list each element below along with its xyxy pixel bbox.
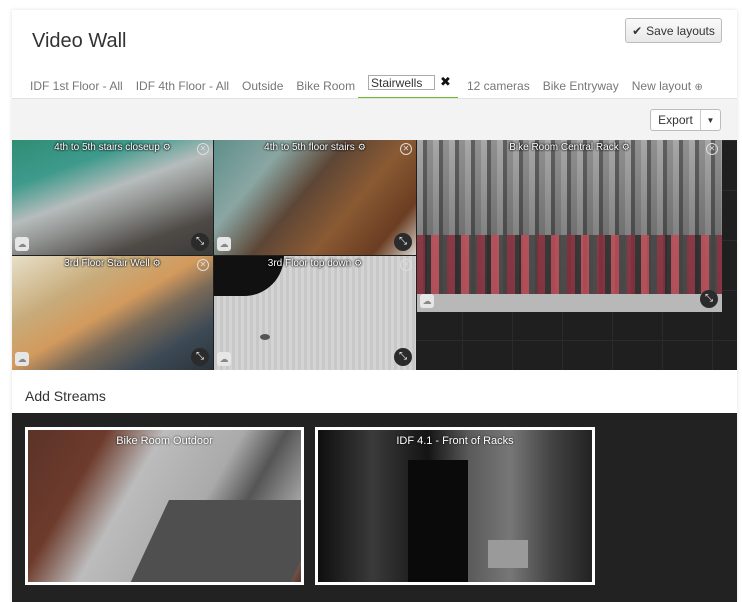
layout-tabs: IDF 1st Floor - All IDF 4th Floor - All …	[30, 72, 368, 100]
stream-scene	[408, 460, 468, 582]
video-wall-panel: Video Wall ✔ Save layouts IDF 1st Floor …	[12, 10, 737, 602]
close-icon[interactable]: ✕	[400, 143, 412, 155]
stream-thumbnail[interactable]: Bike Room Outdoor	[25, 427, 304, 585]
tab-name-input[interactable]	[368, 75, 435, 90]
expand-icon[interactable]: ⤡	[394, 348, 412, 366]
camera-name: Bike Room Central Rack	[509, 142, 619, 153]
bike-rack-scene	[417, 235, 722, 295]
floor-scene	[417, 294, 722, 312]
camera-name: 4th to 5th floor stairs	[264, 142, 355, 153]
save-layouts-label: Save layouts	[646, 23, 715, 38]
close-icon[interactable]: ✕	[400, 259, 412, 271]
new-layout-label: New layout	[631, 79, 692, 93]
check-icon: ✔	[632, 23, 643, 38]
close-icon[interactable]: ✕	[706, 143, 718, 155]
stream-caption: IDF 4.1 - Front of Racks	[396, 435, 514, 447]
gear-icon[interactable]: ⚙	[354, 258, 362, 268]
gear-icon[interactable]: ⚙	[163, 142, 171, 152]
stream-scene-box	[488, 540, 528, 568]
page-title: Video Wall	[32, 30, 127, 52]
expand-icon[interactable]: ⤡	[191, 233, 209, 251]
camera-caption: Bike Room Central Rack ⚙	[417, 142, 722, 153]
close-icon[interactable]: ✕	[197, 259, 209, 271]
video-grid: 4th to 5th stairs closeup ⚙ ✕ ☁ ⤡ 4th to …	[12, 140, 737, 370]
export-button[interactable]: Export	[651, 110, 701, 130]
camera-caption: 3rd Floor top down ⚙	[214, 258, 416, 269]
cloud-icon: ☁	[420, 294, 434, 308]
camera-caption: 3rd Floor Stair Well ⚙	[12, 258, 213, 269]
camera-tile[interactable]: 4th to 5th stairs closeup ⚙ ✕ ☁ ⤡	[12, 140, 213, 255]
add-streams-panel: Bike Room Outdoor IDF 4.1 - Front of Rac…	[12, 413, 737, 602]
save-layouts-button[interactable]: ✔ Save layouts	[625, 18, 722, 43]
cloud-icon: ☁	[15, 352, 29, 366]
expand-icon[interactable]: ⤡	[191, 348, 209, 366]
floor-drain	[260, 334, 270, 340]
add-streams-title: Add Streams	[25, 388, 106, 404]
close-icon[interactable]: ✕	[197, 143, 209, 155]
camera-caption: 4th to 5th stairs closeup ⚙	[12, 142, 213, 153]
gear-icon[interactable]: ⚙	[622, 142, 630, 152]
camera-tile[interactable]: 4th to 5th floor stairs ⚙ ✕ ☁ ⤡	[214, 140, 416, 255]
camera-tile[interactable]: 3rd Floor top down ⚙ ✕ ☁ ⤡	[214, 256, 416, 370]
camera-tile[interactable]: Bike Room Central Rack ⚙ ✕ ☁ ⤡	[417, 140, 722, 312]
plus-circle-icon: ⊕	[694, 82, 703, 93]
cloud-icon: ☁	[217, 352, 231, 366]
stream-caption: Bike Room Outdoor	[116, 435, 213, 447]
camera-name: 3rd Floor top down	[267, 258, 352, 269]
gear-icon[interactable]: ⚙	[153, 258, 161, 268]
expand-icon[interactable]: ⤡	[394, 233, 412, 251]
export-split-button: Export ▼	[650, 109, 721, 131]
gear-icon[interactable]: ⚙	[358, 142, 366, 152]
new-layout-button[interactable]: New layout ⊕	[632, 79, 703, 93]
camera-caption: 4th to 5th floor stairs ⚙	[214, 142, 416, 153]
tab-12-cameras[interactable]: 12 cameras	[467, 79, 530, 93]
tab-bike-room[interactable]: Bike Room	[296, 79, 355, 93]
stream-thumbnail[interactable]: IDF 4.1 - Front of Racks	[315, 427, 595, 585]
tab-bike-entryway[interactable]: Bike Entryway	[543, 79, 619, 93]
toolbar: Export ▼	[12, 98, 737, 140]
cloud-icon: ☁	[15, 237, 29, 251]
camera-tile[interactable]: 3rd Floor Stair Well ⚙ ✕ ☁ ⤡	[12, 256, 213, 370]
expand-icon[interactable]: ⤡	[700, 290, 718, 308]
tab-outside[interactable]: Outside	[242, 79, 283, 93]
tab-idf-4th-floor[interactable]: IDF 4th Floor - All	[136, 79, 229, 93]
close-icon[interactable]: ✖	[440, 74, 451, 90]
tab-idf-1st-floor[interactable]: IDF 1st Floor - All	[30, 79, 123, 93]
caret-down-icon[interactable]: ▼	[701, 110, 720, 130]
camera-name: 3rd Floor Stair Well	[64, 258, 150, 269]
cloud-icon: ☁	[217, 237, 231, 251]
stream-scene	[127, 500, 301, 582]
camera-name: 4th to 5th stairs closeup	[54, 142, 160, 153]
tab-stairwells-active: ✖	[358, 72, 458, 100]
layout-tabs-right: 12 cameras Bike Entryway New layout ⊕	[467, 72, 716, 100]
